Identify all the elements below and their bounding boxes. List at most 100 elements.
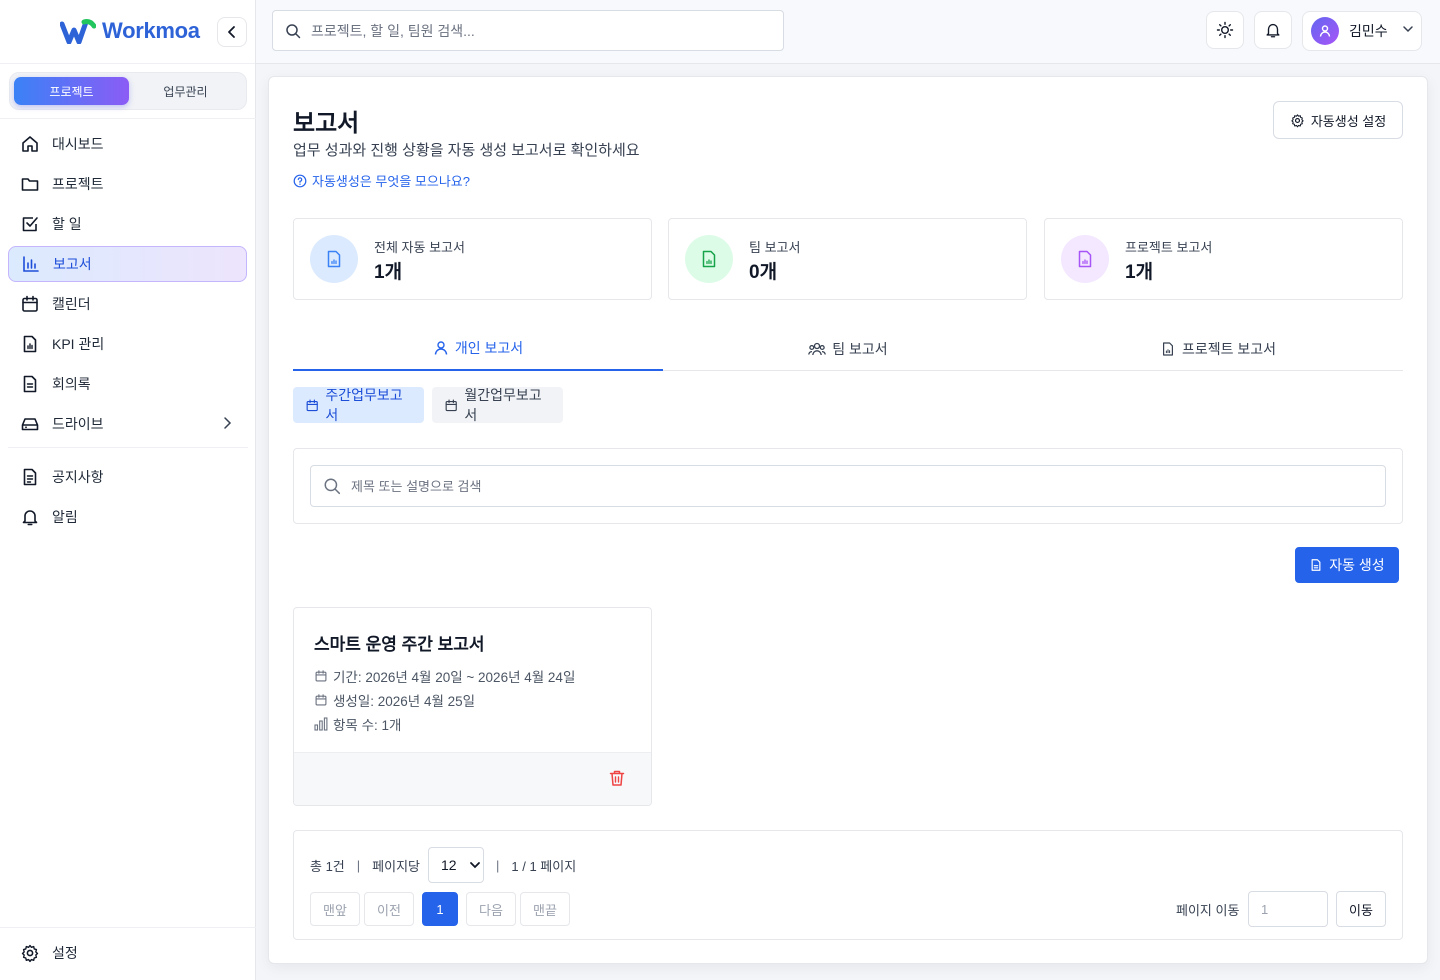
tab-label: 팀 보고서 — [832, 341, 888, 357]
sidebar-item-label: 드라이브 — [52, 416, 104, 432]
prev-page-button[interactable]: 이전 — [364, 892, 414, 926]
last-page-button[interactable]: 맨끝 — [520, 892, 570, 926]
sidebar-item-notices[interactable]: 공지사항 — [8, 459, 247, 495]
separator: | — [496, 857, 500, 873]
calendar-icon — [315, 694, 327, 706]
pagination-info: 총 1건 | 페이지당 12 | 1 / 1 페이지 — [310, 847, 576, 883]
total-count: 총 1건 — [310, 858, 345, 874]
per-page-select[interactable]: 12 — [428, 847, 484, 883]
user-icon — [1319, 25, 1331, 37]
sidebar-item-kpi[interactable]: KPI 관리 — [8, 326, 247, 362]
chevron-left-icon — [228, 26, 235, 38]
calendar-icon — [445, 399, 457, 411]
stat-icon-circle — [310, 235, 358, 283]
avatar — [1311, 17, 1339, 45]
sidebar-item-label: 캘린더 — [52, 296, 91, 312]
goto-page-label: 페이지 이동 — [1176, 903, 1240, 918]
global-search-input[interactable] — [311, 22, 751, 39]
sidebar-item-label: 설정 — [52, 945, 78, 961]
sidebar-item-label: 알림 — [52, 509, 78, 525]
report-search-input[interactable] — [351, 478, 1351, 494]
sidebar-item-calendar[interactable]: 캘린더 — [8, 286, 247, 322]
reports-page: 보고서 업무 성과와 진행 상황을 자동 생성 보고서로 확인하세요 자동생성은… — [268, 76, 1428, 964]
report-card[interactable]: 스마트 운영 주간 보고서 기간: 2026년 4월 20일 ~ 2026년 4… — [293, 607, 652, 806]
sidebar-item-settings[interactable]: 설정 — [8, 935, 247, 971]
sidebar: Workmoa 프로젝트 업무관리 대시보드 프로젝트 할 일 보고서 캘린더 — [0, 0, 256, 980]
report-search-panel — [293, 448, 1403, 524]
per-page-value: 12 — [441, 857, 457, 873]
report-item-count-text: 항목 수: 1개 — [333, 718, 402, 733]
folder-icon — [20, 174, 40, 194]
notifications-button[interactable] — [1254, 11, 1292, 49]
stat-card-project: 프로젝트 보고서 1개 — [1044, 218, 1403, 300]
secondary-nav: 공지사항 알림 — [8, 459, 247, 539]
chevron-down-icon — [1402, 22, 1414, 40]
gear-icon — [1291, 113, 1304, 127]
trash-icon — [609, 770, 625, 786]
workmoa-logo-icon — [60, 19, 96, 44]
report-item-count: 항목 수: 1개 — [314, 714, 401, 734]
logo-row: Workmoa — [0, 0, 255, 64]
document-icon — [20, 374, 40, 394]
chevron-right-icon — [221, 415, 233, 434]
sidebar-item-label: 보고서 — [53, 256, 92, 272]
tab-team-reports[interactable]: 팀 보고서 — [663, 327, 1033, 371]
first-page-button[interactable]: 맨앞 — [310, 892, 360, 926]
mode-tab-project[interactable]: 프로젝트 — [14, 77, 129, 105]
sidebar-item-todo[interactable]: 할 일 — [8, 206, 247, 242]
settings-section: 설정 — [8, 935, 247, 975]
stat-icon-circle — [685, 235, 733, 283]
sidebar-item-drive[interactable]: 드라이브 — [8, 406, 247, 442]
page-subtitle: 업무 성과와 진행 상황을 자동 생성 보고서로 확인하세요 — [293, 142, 640, 159]
top-header: 김민수 — [256, 0, 1440, 64]
next-page-button[interactable]: 다음 — [466, 892, 516, 926]
chevron-down-icon — [469, 862, 480, 869]
report-file-icon — [702, 250, 716, 268]
sidebar-item-dashboard[interactable]: 대시보드 — [8, 126, 247, 162]
tab-label: 프로젝트 보고서 — [1181, 341, 1277, 357]
search-icon — [286, 23, 301, 38]
settings-divider — [0, 927, 256, 928]
tab-project-reports[interactable]: 프로젝트 보고서 — [1033, 327, 1403, 371]
auto-generate-label: 자동 생성 — [1329, 557, 1385, 573]
tab-personal-reports[interactable]: 개인 보고서 — [293, 327, 663, 371]
report-type-tabs: 개인 보고서 팀 보고서 프로젝트 보고서 — [293, 327, 1403, 371]
page-1-button[interactable]: 1 — [422, 892, 458, 926]
subtab-monthly-report[interactable]: 월간업무보고서 — [432, 387, 563, 423]
sidebar-item-label: KPI 관리 — [52, 336, 105, 352]
sidebar-item-projects[interactable]: 프로젝트 — [8, 166, 247, 202]
calendar-icon — [315, 670, 327, 682]
stat-value: 0개 — [749, 262, 778, 283]
stat-value: 1개 — [374, 262, 403, 283]
home-icon — [20, 134, 40, 154]
subtab-label: 월간업무보고서 — [464, 387, 542, 423]
report-file-icon — [1162, 342, 1173, 356]
logo[interactable]: Workmoa — [60, 18, 200, 44]
sidebar-item-label: 프로젝트 — [52, 176, 104, 192]
auto-generate-button[interactable]: 자동 생성 — [1295, 547, 1399, 583]
calendar-icon — [306, 399, 318, 411]
report-period-text: 기간: 2026년 4월 20일 ~ 2026년 4월 24일 — [333, 670, 576, 685]
goto-page-button[interactable]: 이동 — [1336, 891, 1386, 927]
auto-settings-label: 자동생성 설정 — [1310, 113, 1387, 129]
delete-report-button[interactable] — [608, 769, 626, 792]
stat-label: 프로젝트 보고서 — [1125, 240, 1213, 255]
report-period: 기간: 2026년 4월 20일 ~ 2026년 4월 24일 — [314, 666, 575, 686]
collapse-sidebar-button[interactable] — [217, 17, 247, 47]
subtab-weekly-report[interactable]: 주간업무보고서 — [293, 387, 424, 423]
notice-icon — [20, 467, 40, 487]
auto-generate-help-link[interactable]: 자동생성은 무엇을 모으나요? — [293, 171, 470, 190]
report-created-text: 생성일: 2026년 4월 25일 — [333, 694, 476, 709]
sidebar-item-reports[interactable]: 보고서 — [8, 246, 247, 282]
auto-generate-settings-button[interactable]: 자동생성 설정 — [1273, 101, 1403, 139]
sidebar-item-minutes[interactable]: 회의록 — [8, 366, 247, 402]
theme-toggle-button[interactable] — [1206, 11, 1244, 49]
mode-tab-work[interactable]: 업무관리 — [128, 77, 243, 105]
report-file-icon — [1078, 250, 1092, 268]
goto-page-input[interactable] — [1248, 891, 1328, 927]
stat-card-team: 팀 보고서 0개 — [668, 218, 1027, 300]
user-menu-button[interactable]: 김민수 — [1302, 11, 1422, 51]
nav-divider — [8, 447, 248, 448]
users-icon — [808, 342, 827, 356]
sidebar-item-alerts[interactable]: 알림 — [8, 499, 247, 535]
